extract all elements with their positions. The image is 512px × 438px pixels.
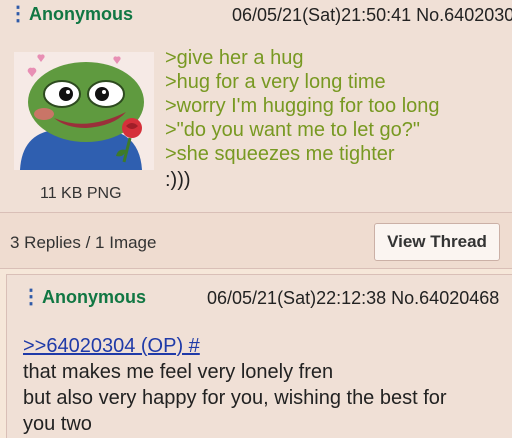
greentext-line: >she squeezes me tighter xyxy=(165,143,395,165)
greentext-line: >give her a hug xyxy=(165,47,304,69)
file-info: 11 KB PNG xyxy=(40,185,122,202)
op-post: ⋮ Anonymous 06/05/21(Sat)21:50:41 No.640… xyxy=(0,0,512,212)
greentext-line: >hug for a very long time xyxy=(165,71,386,93)
reply-header: ⋮ Anonymous xyxy=(21,287,146,308)
poster-name: Anonymous xyxy=(29,4,134,24)
comment-line: :))) xyxy=(165,169,191,191)
reply-dateline: 06/05/21(Sat)22:12:38 No.64020468 xyxy=(207,288,499,309)
reply-summary: 3 Replies / 1 Image xyxy=(10,233,157,252)
post-number[interactable]: No.64020304 xyxy=(416,5,512,25)
post-number[interactable]: No.64020468 xyxy=(391,288,499,308)
post-menu-icon[interactable]: ⋮ xyxy=(8,4,28,24)
greentext-line: >"do you want me to let go?" xyxy=(165,119,420,141)
comment-line: that makes me feel very lonely fren xyxy=(23,361,334,383)
post-image[interactable] xyxy=(14,52,154,170)
pepe-image xyxy=(14,52,154,170)
poster-name: Anonymous xyxy=(42,287,147,307)
post-datetime: 06/05/21(Sat)22:12:38 xyxy=(207,288,387,308)
post-datetime: 06/05/21(Sat)21:50:41 xyxy=(232,5,412,25)
comment-line: you two xyxy=(23,413,92,435)
reply-post: ⋮ Anonymous 06/05/21(Sat)22:12:38 No.640… xyxy=(6,274,512,438)
quote-link[interactable]: >>64020304 (OP) # xyxy=(23,333,447,359)
reply-comment: >>64020304 (OP) # that makes me feel ver… xyxy=(23,333,447,437)
post-menu-icon[interactable]: ⋮ xyxy=(21,287,41,307)
op-comment: >give her a hug >hug for a very long tim… xyxy=(165,46,440,192)
greentext-line: >worry I'm hugging for too long xyxy=(165,95,440,117)
comment-line: but also very happy for you, wishing the… xyxy=(23,387,447,409)
view-thread-button[interactable]: View Thread xyxy=(374,223,500,261)
op-header: ⋮ Anonymous xyxy=(8,4,133,25)
thread-footer: 3 Replies / 1 Image View Thread xyxy=(0,213,512,269)
op-dateline: 06/05/21(Sat)21:50:41 No.64020304 xyxy=(232,5,512,26)
